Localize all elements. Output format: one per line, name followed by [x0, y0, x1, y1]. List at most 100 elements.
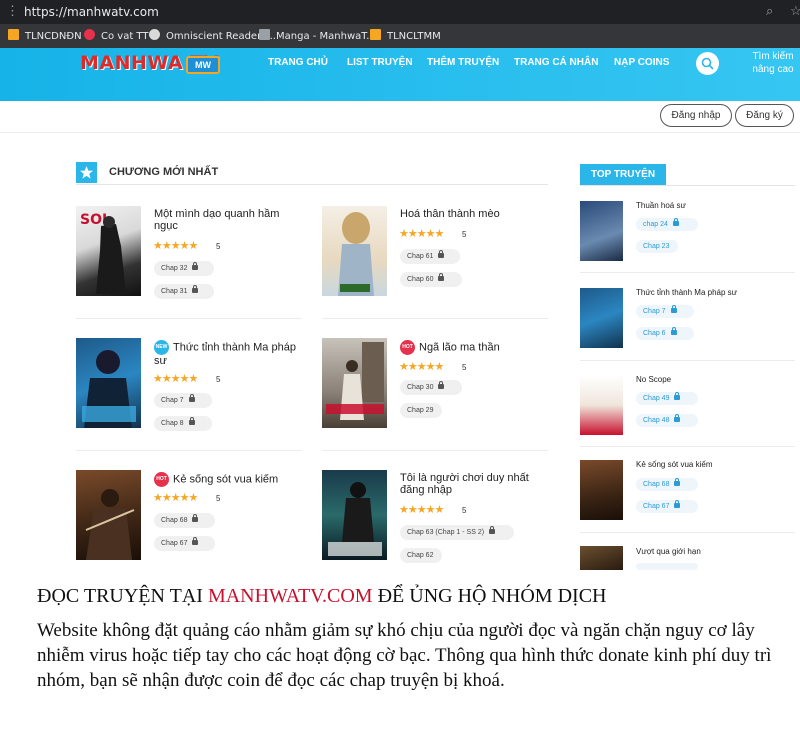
- chapter-link[interactable]: Chap 68: [636, 478, 698, 491]
- lock-icon: [188, 394, 195, 402]
- zoom-icon[interactable]: ⌕: [766, 3, 773, 19]
- top-tab[interactable]: TOP TRUYỆN: [580, 164, 666, 185]
- nav-add[interactable]: THÊM TRUYỆN: [427, 57, 499, 68]
- bookmark-item[interactable]: TLNCDNĐN: [8, 29, 82, 42]
- browser-address-bar[interactable]: ⋮ https://manhwatv.com ⌕ ☆: [0, 0, 800, 24]
- nav-home[interactable]: TRANG CHỦ: [268, 57, 328, 68]
- menu-icon[interactable]: ⋮: [6, 3, 19, 19]
- lock-icon: [674, 478, 681, 486]
- lock-icon: [192, 537, 199, 545]
- lock-icon: [674, 414, 681, 422]
- bookmark-item[interactable]: Manga - ManhwaT...: [259, 29, 376, 42]
- rating-stars: ★★★★★: [399, 361, 444, 373]
- chapter-link[interactable]: chap 24: [636, 218, 698, 231]
- chapter-link[interactable]: Chap 61: [400, 249, 460, 264]
- chapter-link[interactable]: Chap 7: [154, 393, 212, 408]
- row-divider: [322, 318, 548, 319]
- manga-cover[interactable]: [322, 338, 387, 428]
- bookmark-favicon-icon: [84, 29, 95, 40]
- manga-title-link[interactable]: Một mình dạo quanh hầm ngục: [154, 208, 299, 232]
- chapter-link[interactable]: Chap 31: [154, 284, 214, 299]
- manga-cover[interactable]: [580, 460, 623, 520]
- lock-icon: [670, 327, 677, 335]
- chapter-link[interactable]: Chap 48: [636, 414, 698, 427]
- manga-title-link[interactable]: NEW Thức tỉnh thành Ma pháp sư: [154, 340, 299, 367]
- rating-value: 5: [462, 230, 467, 239]
- chapter-link[interactable]: Chap 60: [400, 272, 462, 287]
- section-divider: [76, 184, 548, 185]
- top-manga-title-link[interactable]: Vượt qua giới hạn: [636, 547, 701, 556]
- manga-cover[interactable]: [322, 206, 387, 296]
- hot-badge: HOT: [400, 340, 415, 355]
- rating-stars: ★★★★★: [399, 228, 444, 240]
- chapter-link[interactable]: Chap 8: [154, 416, 212, 431]
- lock-icon: [489, 526, 496, 534]
- top-manga-title-link[interactable]: Thức tỉnh thành Ma pháp sư: [636, 288, 737, 297]
- chapter-link[interactable]: [636, 563, 698, 570]
- chapter-link[interactable]: Chap 30: [400, 380, 462, 395]
- manga-cover[interactable]: [580, 201, 623, 261]
- chapter-link[interactable]: Chap 29: [400, 403, 442, 418]
- manga-title-link[interactable]: HOT Kẻ sống sót vua kiếm: [154, 472, 299, 487]
- nav-list[interactable]: LIST TRUYỆN: [347, 57, 413, 68]
- login-button[interactable]: Đăng nhập: [660, 104, 732, 127]
- rating-value: 5: [462, 506, 467, 515]
- manga-cover[interactable]: [580, 288, 623, 348]
- rating-stars: ★★★★★: [153, 240, 198, 252]
- top-manga-title-link[interactable]: Kẻ sống sót vua kiếm: [636, 460, 712, 469]
- section-title: CHƯƠNG MỚI NHẤT: [109, 166, 219, 178]
- manga-cover[interactable]: [322, 470, 387, 560]
- bookmark-favicon-icon: [8, 29, 19, 40]
- url-text[interactable]: https://manhwatv.com: [24, 5, 159, 19]
- search-icon: [701, 57, 714, 70]
- bookmark-item[interactable]: Omniscient Readers...: [149, 29, 276, 42]
- rating-value: 5: [216, 242, 221, 251]
- bookmark-favicon-icon: [149, 29, 160, 40]
- chapter-link[interactable]: Chap 63 (Chap 1 - SS 2): [400, 525, 514, 540]
- chapter-link[interactable]: Chap 32: [154, 261, 214, 276]
- manga-title-link[interactable]: Hoá thân thành mèo: [400, 208, 545, 220]
- lock-icon: [670, 305, 677, 313]
- row-divider: [580, 532, 795, 533]
- hot-badge: HOT: [154, 472, 169, 487]
- manga-cover[interactable]: [76, 338, 141, 428]
- rating-stars: ★★★★★: [153, 492, 198, 504]
- nav-coins[interactable]: NẠP COINS: [614, 57, 669, 68]
- manga-cover[interactable]: [76, 470, 141, 560]
- notice-site-name: MANHWATV.COM: [207, 585, 373, 607]
- top-manga-title-link[interactable]: Thuần hoá sư: [636, 201, 686, 210]
- register-button[interactable]: Đăng ký: [735, 104, 794, 127]
- lock-icon: [438, 250, 445, 258]
- chapter-link[interactable]: Chap 62: [400, 548, 442, 563]
- chapter-link[interactable]: Chap 49: [636, 392, 698, 405]
- bookmark-item[interactable]: TLNCLTMM: [370, 29, 441, 42]
- search-button[interactable]: [696, 52, 719, 75]
- nav-profile[interactable]: TRANG CÁ NHÂN: [514, 57, 598, 68]
- section-star-icon: [76, 162, 97, 183]
- top-manga-title-link[interactable]: No Scope: [636, 375, 671, 384]
- row-divider: [580, 446, 795, 447]
- lock-icon: [674, 392, 681, 400]
- chapter-link[interactable]: Chap 68: [154, 513, 215, 528]
- manga-title-link[interactable]: HOT Ngã lão ma thần: [400, 340, 545, 355]
- manga-cover[interactable]: [580, 375, 623, 435]
- bookmark-item[interactable]: Co vat TT: [84, 29, 148, 42]
- manga-title-link[interactable]: Tôi là người chơi duy nhất đăng nhập: [400, 472, 545, 496]
- manga-cover[interactable]: SOL: [76, 206, 141, 296]
- chapter-link[interactable]: Chap 23: [636, 240, 678, 253]
- notice-heading: ĐỌC TRUYỆN TẠI MANHWATV.COM ĐỂ ỦNG HỘ NH…: [37, 585, 607, 607]
- manga-cover[interactable]: [580, 546, 623, 570]
- lock-icon: [438, 381, 445, 389]
- bookmark-star-icon[interactable]: ☆: [790, 3, 800, 19]
- chapter-link[interactable]: Chap 67: [154, 536, 215, 551]
- row-divider: [580, 272, 795, 273]
- chapter-link[interactable]: Chap 7: [636, 305, 694, 318]
- bookmarks-bar: TLNCDNĐN Co vat TT Omniscient Readers...…: [0, 24, 800, 48]
- lock-icon: [672, 218, 679, 226]
- advanced-search-link[interactable]: Tìm kiếm nâng cao: [748, 50, 798, 76]
- chapter-link[interactable]: Chap 6: [636, 327, 694, 340]
- row-divider: [580, 360, 795, 361]
- chapter-link[interactable]: Chap 67: [636, 500, 698, 513]
- lock-icon: [188, 417, 195, 425]
- row-divider: [76, 318, 302, 319]
